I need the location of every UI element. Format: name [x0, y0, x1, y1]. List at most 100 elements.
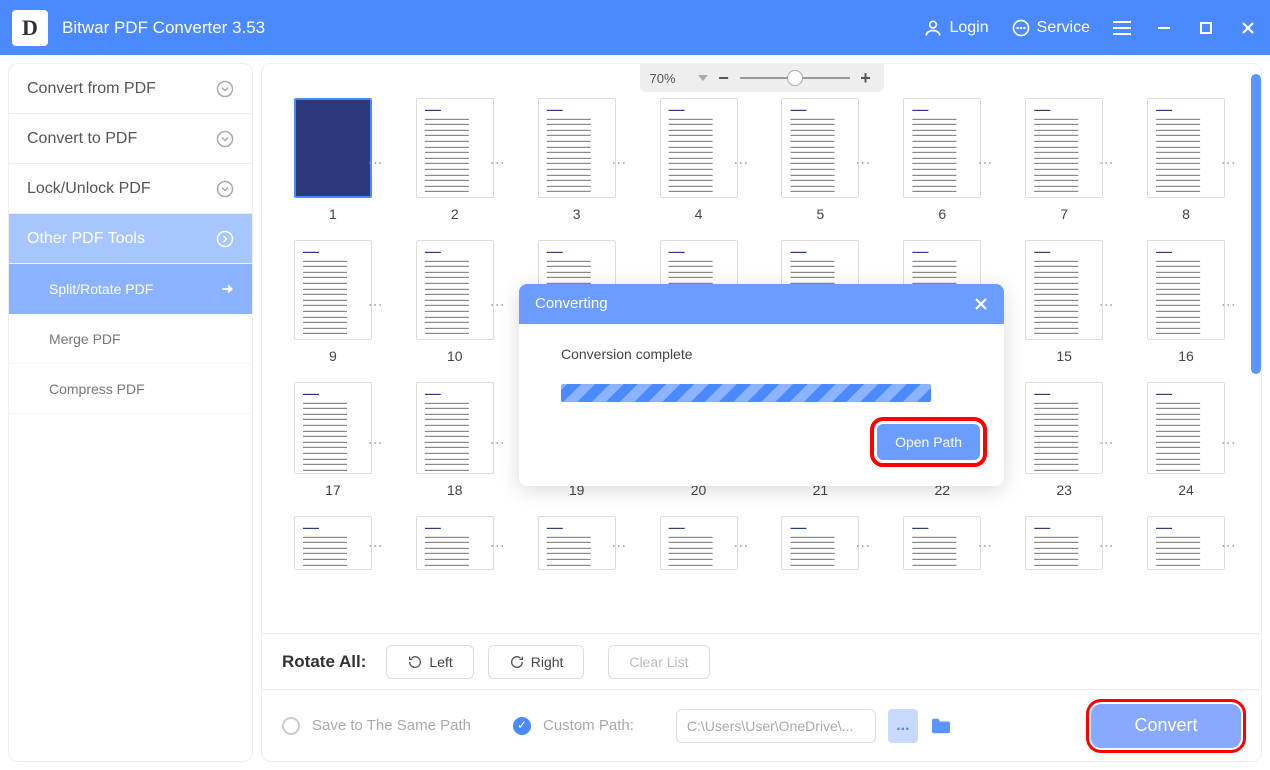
- rotate-left-button[interactable]: Left: [386, 645, 473, 679]
- menu-icon: [1112, 20, 1132, 36]
- thumbnail-cell: ▬▬▬▬▬▬▬▬▬▬▬▬▬▬▬▬▬▬▬▬▬▬▬▬▬▬▬▬▬▬▬▬▬▬▬▬▬▬▬▬…: [1009, 516, 1123, 570]
- login-label: Login: [949, 19, 988, 37]
- thumbnail-cell: ▬▬▬▬▬▬▬▬▬▬▬▬▬▬▬▬▬▬▬▬▬▬▬▬▬▬▬▬▬▬▬▬▬▬▬▬▬▬▬▬…: [1009, 240, 1123, 364]
- thumbnail-cell: ▬▬▬▬▬▬▬▬▬▬▬▬▬▬▬▬▬▬▬▬▬▬▬▬▬▬▬▬▬▬▬▬▬▬▬▬▬▬▬▬…: [400, 516, 514, 570]
- path-input[interactable]: C:\Users\User\OneDrive\...: [676, 709, 876, 743]
- page-number: 5: [817, 206, 825, 222]
- page-number: 6: [938, 206, 946, 222]
- page-thumbnail[interactable]: ▬▬▬▬▬▬▬▬▬▬▬▬▬▬▬▬▬▬▬▬▬▬▬▬▬▬▬▬▬▬▬▬▬▬▬▬▬▬▬▬…: [903, 516, 981, 570]
- page-thumbnail[interactable]: ▬▬▬▬▬▬▬▬▬▬▬▬▬▬▬▬▬▬▬▬▬▬▬▬▬▬▬▬▬▬▬▬▬▬▬▬▬▬▬▬…: [294, 240, 372, 340]
- progress-bar: [561, 384, 931, 402]
- close-button[interactable]: [1238, 18, 1258, 38]
- page-thumbnail[interactable]: ▬▬▬▬▬▬▬▬▬▬▬▬▬▬▬▬▬▬▬▬▬▬▬▬▬▬▬▬▬▬▬▬▬▬▬▬▬▬▬▬…: [416, 98, 494, 198]
- chat-icon: [1011, 18, 1031, 38]
- folder-icon[interactable]: [930, 717, 952, 735]
- page-thumbnail[interactable]: [294, 98, 372, 198]
- page-number: 8: [1182, 206, 1190, 222]
- menu-other-pdf-tools[interactable]: Other PDF Tools: [9, 214, 252, 264]
- submenu-split-rotate[interactable]: Split/Rotate PDF: [9, 264, 252, 314]
- arrow-right-icon: [220, 282, 234, 296]
- modal-header: Converting: [519, 284, 1004, 324]
- main-area: 70% − + 1⋮▬▬▬▬▬▬▬▬▬▬▬▬▬▬▬▬▬▬▬▬▬▬▬▬▬▬▬▬▬▬…: [261, 63, 1262, 762]
- thumbnail-cell: ▬▬▬▬▬▬▬▬▬▬▬▬▬▬▬▬▬▬▬▬▬▬▬▬▬▬▬▬▬▬▬▬▬▬▬▬▬▬▬▬…: [278, 382, 392, 498]
- chevron-down-icon: [216, 180, 234, 198]
- rotate-right-button[interactable]: Right: [488, 645, 585, 679]
- page-thumbnail[interactable]: ▬▬▬▬▬▬▬▬▬▬▬▬▬▬▬▬▬▬▬▬▬▬▬▬▬▬▬▬▬▬▬▬▬▬▬▬▬▬▬▬…: [538, 516, 616, 570]
- thumbnail-cell: ▬▬▬▬▬▬▬▬▬▬▬▬▬▬▬▬▬▬▬▬▬▬▬▬▬▬▬▬▬▬▬▬▬▬▬▬▬▬▬▬…: [522, 98, 636, 222]
- page-number: 23: [1056, 482, 1072, 498]
- page-thumbnail[interactable]: ▬▬▬▬▬▬▬▬▬▬▬▬▬▬▬▬▬▬▬▬▬▬▬▬▬▬▬▬▬▬▬▬▬▬▬▬▬▬▬▬…: [416, 382, 494, 474]
- path-browse-button[interactable]: ...: [888, 709, 918, 743]
- page-number: 4: [695, 206, 703, 222]
- open-path-label: Open Path: [895, 434, 962, 450]
- thumbnail-row: ▬▬▬▬▬▬▬▬▬▬▬▬▬▬▬▬▬▬▬▬▬▬▬▬▬▬▬▬▬▬▬▬▬▬▬▬▬▬▬▬…: [278, 516, 1245, 570]
- thumbnail-cell: ▬▬▬▬▬▬▬▬▬▬▬▬▬▬▬▬▬▬▬▬▬▬▬▬▬▬▬▬▬▬▬▬▬▬▬▬▬▬▬▬…: [1131, 516, 1245, 570]
- converting-modal: Converting Conversion complete Open Path: [519, 284, 1004, 486]
- page-thumbnail[interactable]: ▬▬▬▬▬▬▬▬▬▬▬▬▬▬▬▬▬▬▬▬▬▬▬▬▬▬▬▬▬▬▬▬▬▬▬▬▬▬▬▬…: [1025, 98, 1103, 198]
- page-thumbnail[interactable]: ▬▬▬▬▬▬▬▬▬▬▬▬▬▬▬▬▬▬▬▬▬▬▬▬▬▬▬▬▬▬▬▬▬▬▬▬▬▬▬▬…: [660, 516, 738, 570]
- page-thumbnail[interactable]: ▬▬▬▬▬▬▬▬▬▬▬▬▬▬▬▬▬▬▬▬▬▬▬▬▬▬▬▬▬▬▬▬▬▬▬▬▬▬▬▬…: [294, 382, 372, 474]
- thumbnail-cell: ▬▬▬▬▬▬▬▬▬▬▬▬▬▬▬▬▬▬▬▬▬▬▬▬▬▬▬▬▬▬▬▬▬▬▬▬▬▬▬▬…: [278, 240, 392, 364]
- page-thumbnail[interactable]: ▬▬▬▬▬▬▬▬▬▬▬▬▬▬▬▬▬▬▬▬▬▬▬▬▬▬▬▬▬▬▬▬▬▬▬▬▬▬▬▬…: [781, 98, 859, 198]
- modal-close-icon[interactable]: [974, 297, 988, 311]
- page-thumbnail[interactable]: ▬▬▬▬▬▬▬▬▬▬▬▬▬▬▬▬▬▬▬▬▬▬▬▬▬▬▬▬▬▬▬▬▬▬▬▬▬▬▬▬…: [538, 98, 616, 198]
- page-number: 17: [325, 482, 341, 498]
- page-thumbnail[interactable]: ▬▬▬▬▬▬▬▬▬▬▬▬▬▬▬▬▬▬▬▬▬▬▬▬▬▬▬▬▬▬▬▬▬▬▬▬▬▬▬▬…: [781, 516, 859, 570]
- submenu-merge-pdf[interactable]: Merge PDF: [9, 314, 252, 364]
- page-thumbnail[interactable]: ▬▬▬▬▬▬▬▬▬▬▬▬▬▬▬▬▬▬▬▬▬▬▬▬▬▬▬▬▬▬▬▬▬▬▬▬▬▬▬▬…: [660, 98, 738, 198]
- convert-button[interactable]: Convert: [1091, 704, 1241, 748]
- page-number: 10: [447, 348, 463, 364]
- page-thumbnail[interactable]: ▬▬▬▬▬▬▬▬▬▬▬▬▬▬▬▬▬▬▬▬▬▬▬▬▬▬▬▬▬▬▬▬▬▬▬▬▬▬▬▬…: [294, 516, 372, 570]
- page-thumbnail[interactable]: ▬▬▬▬▬▬▬▬▬▬▬▬▬▬▬▬▬▬▬▬▬▬▬▬▬▬▬▬▬▬▬▬▬▬▬▬▬▬▬▬…: [1147, 240, 1225, 340]
- radio-custom-path-label: Custom Path:: [543, 717, 634, 734]
- thumbnail-cell: ▬▬▬▬▬▬▬▬▬▬▬▬▬▬▬▬▬▬▬▬▬▬▬▬▬▬▬▬▬▬▬▬▬▬▬▬▬▬▬▬…: [644, 98, 758, 222]
- rotate-toolbar: Rotate All: Left Right Clear List: [262, 633, 1261, 689]
- thumbnail-row: 1⋮▬▬▬▬▬▬▬▬▬▬▬▬▬▬▬▬▬▬▬▬▬▬▬▬▬▬▬▬▬▬▬▬▬▬▬▬▬▬…: [278, 98, 1245, 222]
- open-path-button[interactable]: Open Path: [877, 424, 980, 460]
- submenu-compress-pdf[interactable]: Compress PDF: [9, 364, 252, 414]
- maximize-icon: [1199, 21, 1213, 35]
- page-thumbnail[interactable]: ▬▬▬▬▬▬▬▬▬▬▬▬▬▬▬▬▬▬▬▬▬▬▬▬▬▬▬▬▬▬▬▬▬▬▬▬▬▬▬▬…: [416, 516, 494, 570]
- page-number: 24: [1178, 482, 1194, 498]
- page-thumbnail[interactable]: ▬▬▬▬▬▬▬▬▬▬▬▬▬▬▬▬▬▬▬▬▬▬▬▬▬▬▬▬▬▬▬▬▬▬▬▬▬▬▬▬…: [416, 240, 494, 340]
- minimize-button[interactable]: [1154, 18, 1174, 38]
- page-thumbnail[interactable]: ▬▬▬▬▬▬▬▬▬▬▬▬▬▬▬▬▬▬▬▬▬▬▬▬▬▬▬▬▬▬▬▬▬▬▬▬▬▬▬▬…: [1025, 240, 1103, 340]
- thumbnail-cell: ▬▬▬▬▬▬▬▬▬▬▬▬▬▬▬▬▬▬▬▬▬▬▬▬▬▬▬▬▬▬▬▬▬▬▬▬▬▬▬▬…: [522, 516, 636, 570]
- thumbnail-cell: ▬▬▬▬▬▬▬▬▬▬▬▬▬▬▬▬▬▬▬▬▬▬▬▬▬▬▬▬▬▬▬▬▬▬▬▬▬▬▬▬…: [644, 516, 758, 570]
- login-button[interactable]: Login: [923, 18, 988, 38]
- service-button[interactable]: Service: [1011, 18, 1090, 38]
- page-number: 18: [447, 482, 463, 498]
- chevron-down-icon: [216, 130, 234, 148]
- thumbnail-cell: ▬▬▬▬▬▬▬▬▬▬▬▬▬▬▬▬▬▬▬▬▬▬▬▬▬▬▬▬▬▬▬▬▬▬▬▬▬▬▬▬…: [1009, 98, 1123, 222]
- menu-label: Convert to PDF: [27, 130, 137, 148]
- thumbnail-cell: ▬▬▬▬▬▬▬▬▬▬▬▬▬▬▬▬▬▬▬▬▬▬▬▬▬▬▬▬▬▬▬▬▬▬▬▬▬▬▬▬…: [766, 516, 880, 570]
- page-thumbnail[interactable]: ▬▬▬▬▬▬▬▬▬▬▬▬▬▬▬▬▬▬▬▬▬▬▬▬▬▬▬▬▬▬▬▬▬▬▬▬▬▬▬▬…: [1147, 98, 1225, 198]
- menu-convert-from-pdf[interactable]: Convert from PDF: [9, 64, 252, 114]
- page-thumbnail[interactable]: ▬▬▬▬▬▬▬▬▬▬▬▬▬▬▬▬▬▬▬▬▬▬▬▬▬▬▬▬▬▬▬▬▬▬▬▬▬▬▬▬…: [903, 98, 981, 198]
- radio-same-path[interactable]: [282, 717, 300, 735]
- menu-convert-to-pdf[interactable]: Convert to PDF: [9, 114, 252, 164]
- page-number: 2: [451, 206, 459, 222]
- rotate-label: Rotate All:: [282, 652, 366, 672]
- thumbnail-cell: ▬▬▬▬▬▬▬▬▬▬▬▬▬▬▬▬▬▬▬▬▬▬▬▬▬▬▬▬▬▬▬▬▬▬▬▬▬▬▬▬…: [400, 98, 514, 222]
- rotate-right-icon: [509, 654, 525, 670]
- modal-title: Converting: [535, 295, 608, 312]
- user-icon: [923, 18, 943, 38]
- thumbnail-cell: ▬▬▬▬▬▬▬▬▬▬▬▬▬▬▬▬▬▬▬▬▬▬▬▬▬▬▬▬▬▬▬▬▬▬▬▬▬▬▬▬…: [1131, 98, 1245, 222]
- thumbnail-cell: ▬▬▬▬▬▬▬▬▬▬▬▬▬▬▬▬▬▬▬▬▬▬▬▬▬▬▬▬▬▬▬▬▬▬▬▬▬▬▬▬…: [887, 98, 1001, 222]
- menu-label: Convert from PDF: [27, 80, 156, 98]
- page-thumbnail[interactable]: ▬▬▬▬▬▬▬▬▬▬▬▬▬▬▬▬▬▬▬▬▬▬▬▬▬▬▬▬▬▬▬▬▬▬▬▬▬▬▬▬…: [1025, 382, 1103, 474]
- thumbnail-cell: ▬▬▬▬▬▬▬▬▬▬▬▬▬▬▬▬▬▬▬▬▬▬▬▬▬▬▬▬▬▬▬▬▬▬▬▬▬▬▬▬…: [1009, 382, 1123, 498]
- page-number: 3: [573, 206, 581, 222]
- radio-custom-path[interactable]: [513, 717, 531, 735]
- clear-list-button[interactable]: Clear List: [608, 645, 709, 679]
- maximize-button[interactable]: [1196, 18, 1216, 38]
- page-thumbnail[interactable]: ▬▬▬▬▬▬▬▬▬▬▬▬▬▬▬▬▬▬▬▬▬▬▬▬▬▬▬▬▬▬▬▬▬▬▬▬▬▬▬▬…: [1025, 516, 1103, 570]
- page-thumbnail[interactable]: ▬▬▬▬▬▬▬▬▬▬▬▬▬▬▬▬▬▬▬▬▬▬▬▬▬▬▬▬▬▬▬▬▬▬▬▬▬▬▬▬…: [1147, 516, 1225, 570]
- menu-lock-unlock-pdf[interactable]: Lock/Unlock PDF: [9, 164, 252, 214]
- page-thumbnail[interactable]: ▬▬▬▬▬▬▬▬▬▬▬▬▬▬▬▬▬▬▬▬▬▬▬▬▬▬▬▬▬▬▬▬▬▬▬▬▬▬▬▬…: [1147, 382, 1225, 474]
- thumbnail-cell: ▬▬▬▬▬▬▬▬▬▬▬▬▬▬▬▬▬▬▬▬▬▬▬▬▬▬▬▬▬▬▬▬▬▬▬▬▬▬▬▬…: [887, 516, 1001, 570]
- menu-button[interactable]: [1112, 18, 1132, 38]
- app-title: Bitwar PDF Converter 3.53: [62, 18, 923, 38]
- app-logo: D: [12, 10, 48, 46]
